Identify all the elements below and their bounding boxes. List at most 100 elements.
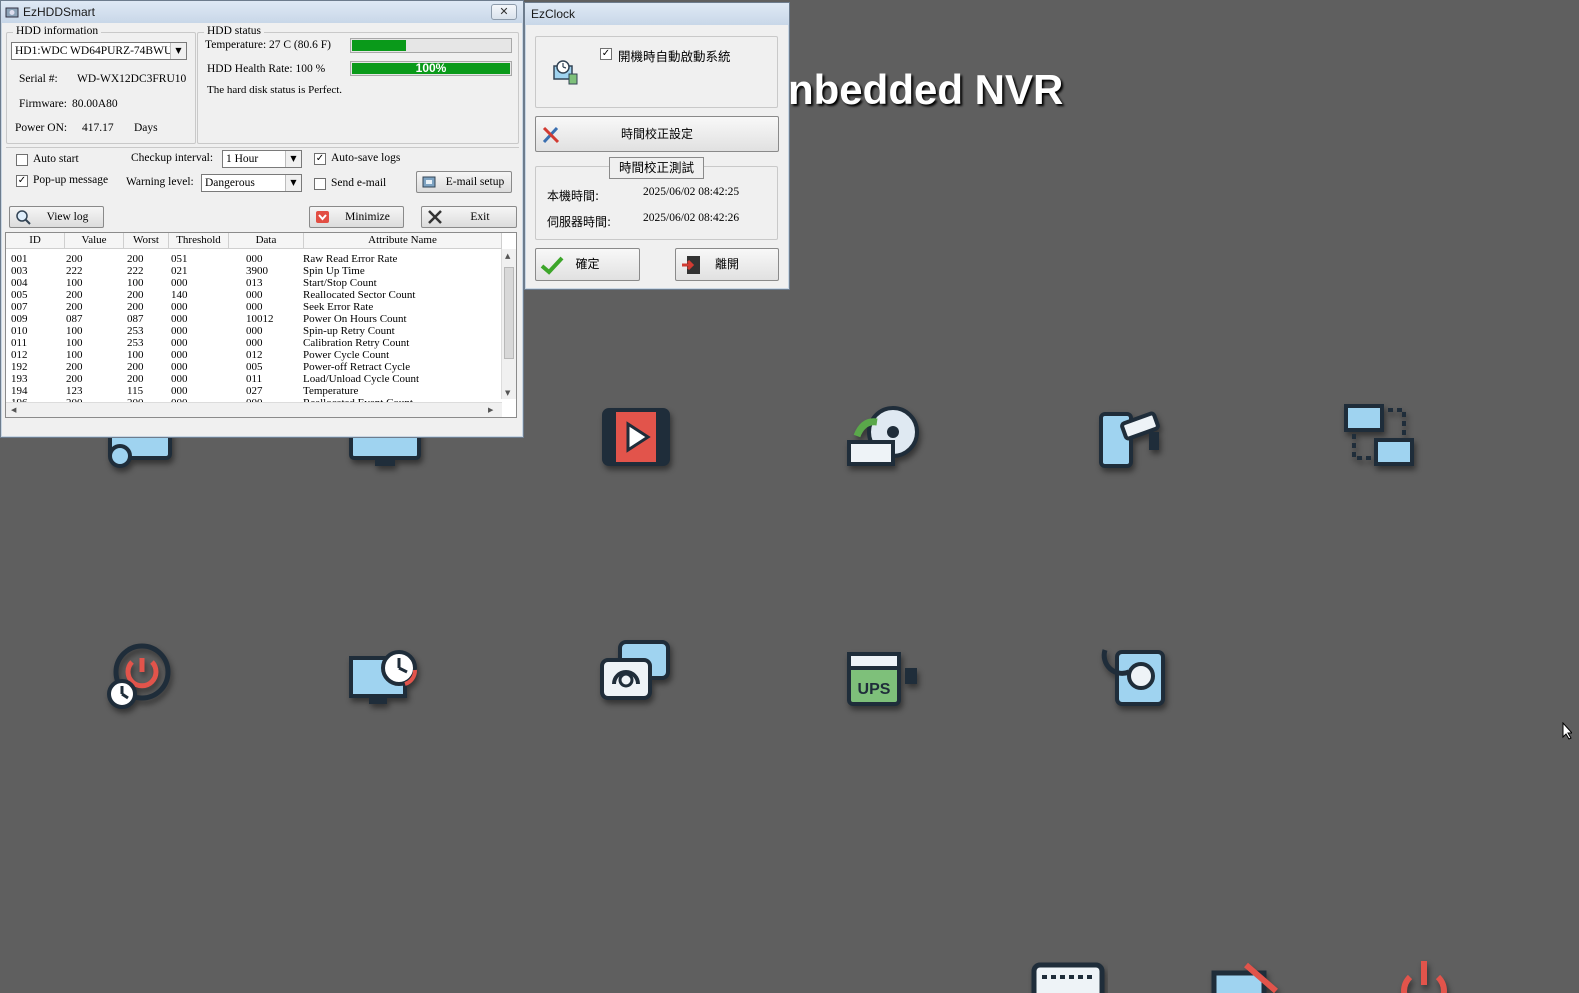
- table-row[interactable]: 192 200 200 000 005 Power-off Retract Cycle: [6, 361, 502, 373]
- scroll-left-icon[interactable]: ◀: [11, 406, 16, 414]
- temperature-text: Temperature: 27 C (80.6 F): [205, 39, 331, 51]
- ups-label: UPS: [858, 681, 891, 698]
- hdd-information-legend: HDD information: [13, 25, 102, 37]
- table-cell: 222: [127, 265, 144, 277]
- column-header-id[interactable]: ID: [6, 233, 65, 249]
- email-setup-icon: [422, 176, 436, 188]
- autostart-system-checkbox[interactable]: ✓: [600, 48, 612, 60]
- table-cell: 007: [11, 301, 28, 313]
- table-row[interactable]: 011 100 253 000 000 Calibration Retry Count: [6, 337, 502, 349]
- exit-button[interactable]: Exit: [421, 206, 517, 228]
- table-cell: 000: [171, 361, 188, 373]
- power-icon[interactable]: [1384, 955, 1464, 993]
- desktop-title: nbedded NVR: [788, 66, 1064, 113]
- minimize-arrow-icon: [316, 211, 329, 223]
- scroll-down-icon[interactable]: ▼: [505, 389, 510, 397]
- table-cell: 100: [66, 277, 83, 289]
- table-cell: 253: [127, 337, 144, 349]
- vertical-scrollbar[interactable]: ▲ ▼: [501, 249, 516, 399]
- table-cell: 193: [11, 373, 28, 385]
- minimize-button[interactable]: Minimize: [309, 206, 404, 228]
- firmware-label: Firmware:: [19, 98, 67, 110]
- table-row[interactable]: 194 123 115 000 027 Temperature: [6, 385, 502, 397]
- column-header-value[interactable]: Value: [65, 233, 124, 249]
- exit-door-icon: [682, 256, 700, 274]
- ezclock-window: EzClock ✓ 開機時自動啟動系統 時間校正設定 時間校正測試 本機時間: …: [524, 2, 790, 290]
- computer-clock-icon[interactable]: [345, 640, 425, 720]
- keyboard-icon[interactable]: [1028, 955, 1108, 993]
- auto-start-label: Auto start: [33, 153, 79, 165]
- hdd-status-legend: HDD status: [204, 25, 264, 37]
- horizontal-scrollbar[interactable]: ◀ ▶: [6, 402, 502, 417]
- table-row[interactable]: 005 200 200 140 000 Reallocated Sector Count: [6, 289, 502, 301]
- view-log-button[interactable]: View log: [9, 206, 104, 228]
- warning-level-label: Warning level:: [126, 176, 194, 188]
- table-cell: 012: [11, 349, 28, 361]
- scrollbar-thumb[interactable]: [504, 267, 514, 359]
- table-cell: 000: [246, 253, 263, 265]
- serial-value: WD-WX12DC3FRU10: [77, 73, 187, 85]
- table-cell: 222: [66, 265, 83, 277]
- autostart-system-label: 開機時自動啟動系統: [618, 49, 731, 64]
- hdd-close-button[interactable]: ✕: [491, 4, 517, 20]
- table-row[interactable]: 001 200 200 051 000 Raw Read Error Rate: [6, 253, 502, 265]
- warning-level-select[interactable]: Dangerous ▼: [201, 174, 302, 192]
- warning-level-value: Dangerous: [205, 177, 255, 189]
- table-row[interactable]: 010 100 253 000 000 Spin-up Retry Count: [6, 325, 502, 337]
- column-header-data[interactable]: Data: [229, 233, 304, 249]
- table-cell: 200: [66, 373, 83, 385]
- table-row[interactable]: 009 087 087 000 10012 Power On Hours Count: [6, 313, 502, 325]
- ups-icon[interactable]: UPS: [843, 640, 923, 720]
- time-calibration-test-label: 時間校正測試: [609, 157, 704, 179]
- clock-titlebar[interactable]: EzClock: [525, 3, 789, 25]
- table-cell: 000: [171, 301, 188, 313]
- table-row[interactable]: 193 200 200 000 011 Load/Unload Cycle Count: [6, 373, 502, 385]
- support-chat-icon[interactable]: [596, 636, 676, 716]
- table-row[interactable]: 007 200 200 000 000 Seek Error Rate: [6, 301, 502, 313]
- phone-camera-icon[interactable]: [1093, 400, 1173, 480]
- column-header-attribute-name[interactable]: Attribute Name: [304, 233, 502, 249]
- drive-select[interactable]: HD1:WDC WD64PURZ-74BWU ▼: [11, 42, 187, 60]
- table-cell: 123: [66, 385, 83, 397]
- email-setup-button[interactable]: E-mail setup: [416, 171, 512, 193]
- autosave-logs-checkbox[interactable]: ✓: [314, 153, 326, 165]
- status-message: The hard disk status is Perfect.: [207, 84, 343, 96]
- smart-attributes-table[interactable]: ID Value Worst Threshold Data Attribute …: [5, 232, 517, 418]
- magnifier-icon: [16, 210, 31, 225]
- table-row[interactable]: 003 222 222 021 3900 Spin Up Time: [6, 265, 502, 277]
- column-header-threshold[interactable]: Threshold: [169, 233, 229, 249]
- table-cell: 000: [171, 337, 188, 349]
- table-row[interactable]: 004 100 100 000 013 Start/Stop Count: [6, 277, 502, 289]
- column-header-worst[interactable]: Worst: [124, 233, 169, 249]
- table-cell: 013: [246, 277, 263, 289]
- scroll-up-icon[interactable]: ▲: [505, 252, 510, 260]
- hdd-titlebar[interactable]: EzHDDSmart ✕: [1, 1, 523, 23]
- table-cell: 021: [171, 265, 188, 277]
- table-cell: Raw Read Error Rate: [303, 253, 398, 265]
- video-play-icon[interactable]: [596, 400, 676, 480]
- power-schedule-icon[interactable]: [100, 640, 180, 720]
- network-monitors-icon[interactable]: [1340, 400, 1420, 480]
- popup-message-checkbox[interactable]: ✓: [16, 175, 28, 187]
- table-cell: 087: [66, 313, 83, 325]
- scroll-right-icon[interactable]: ▶: [488, 406, 493, 414]
- table-cell: 000: [171, 277, 188, 289]
- hdd-diagnostics-icon[interactable]: [1093, 640, 1173, 720]
- settings-tools-icon[interactable]: [1206, 955, 1286, 993]
- checkup-interval-select[interactable]: 1 Hour ▼: [222, 150, 302, 168]
- table-cell: 000: [246, 337, 263, 349]
- disk-restore-icon[interactable]: [843, 400, 923, 480]
- time-calibration-settings-button[interactable]: 時間校正設定: [535, 116, 779, 152]
- auto-start-checkbox[interactable]: [16, 154, 28, 166]
- table-cell: 000: [171, 373, 188, 385]
- table-cell: 192: [11, 361, 28, 373]
- table-cell: 027: [246, 385, 263, 397]
- minimize-label: Minimize: [345, 211, 390, 223]
- hdd-app-icon: [5, 7, 19, 18]
- table-cell: Reallocated Sector Count: [303, 289, 416, 301]
- table-row[interactable]: 012 100 100 000 012 Power Cycle Count: [6, 349, 502, 361]
- ok-button[interactable]: 確定: [535, 248, 640, 281]
- hdd-window-title: EzHDDSmart: [23, 5, 96, 19]
- send-email-checkbox[interactable]: [314, 178, 326, 190]
- leave-button[interactable]: 離開: [675, 248, 779, 281]
